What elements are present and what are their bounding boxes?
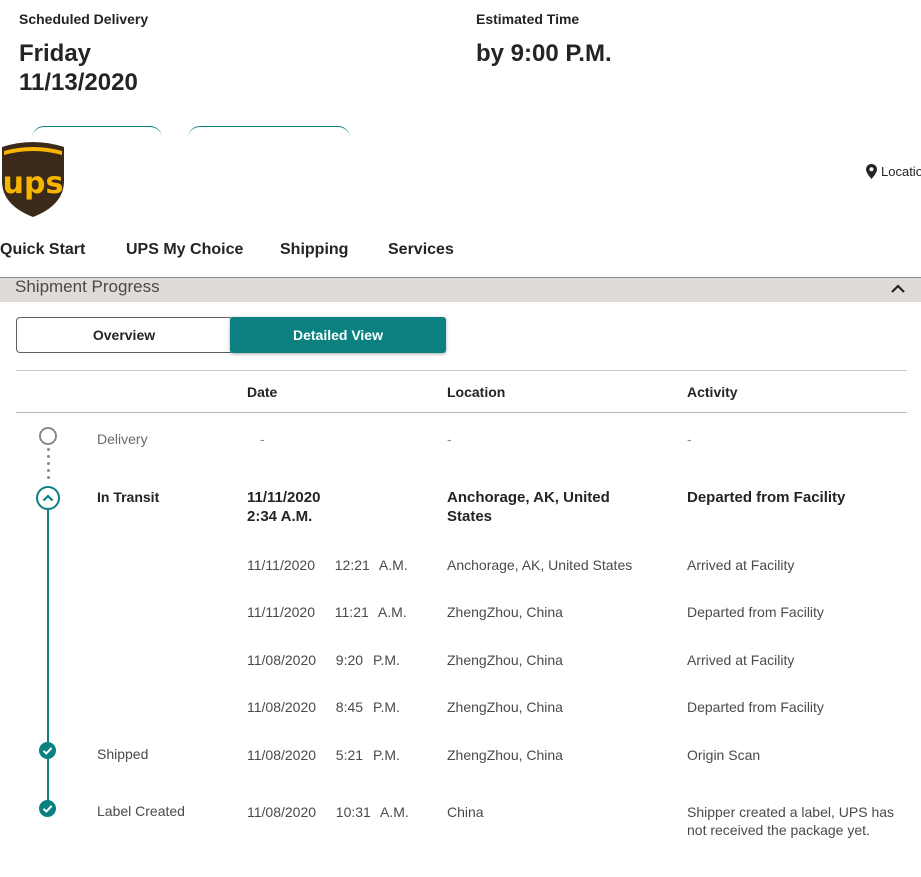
- in-transit-toggle-icon[interactable]: [36, 486, 60, 510]
- estimated-time: by 9:00 P.M.: [476, 40, 612, 67]
- svg-text:ups: ups: [3, 166, 64, 201]
- ups-logo[interactable]: ups: [0, 139, 66, 219]
- shipped-activity: Origin Scan: [687, 747, 761, 763]
- estimated-time-label: Estimated Time: [476, 11, 580, 27]
- shipped-location: ZhengZhou, China: [447, 747, 563, 763]
- row-1-date: 11/11/2020 12:21 A.M.: [247, 557, 408, 573]
- row-3-activity: Arrived at Facility: [687, 652, 795, 668]
- row-1-activity: Arrived at Facility: [687, 557, 795, 573]
- timeline-dot: [47, 448, 50, 451]
- label-activity-line1: Shipper created a label, UPS has: [687, 804, 895, 820]
- delivery-date: 11/13/2020: [19, 69, 138, 96]
- row-4-date: 11/08/2020 8:45 P.M.: [247, 699, 400, 715]
- ups-shield-icon: ups: [2, 142, 64, 217]
- label-created-check-icon: [39, 800, 56, 817]
- status-label-created: Label Created: [97, 803, 185, 819]
- tab-detailed-view[interactable]: Detailed View: [230, 317, 446, 353]
- transit-date-line2: 2:34 A.M.: [247, 508, 313, 525]
- column-header-date: Date: [247, 384, 278, 400]
- partial-button-right[interactable]: [188, 126, 350, 141]
- timeline-dot: [47, 462, 50, 465]
- row-2-activity: Departed from Facility: [687, 604, 824, 620]
- delivery-date-cell: -: [260, 431, 265, 447]
- nav-ups-my-choice[interactable]: UPS My Choice: [126, 241, 243, 259]
- status-shipped: Shipped: [97, 746, 149, 762]
- delivery-activity-cell: -: [687, 431, 692, 447]
- timeline-dot: [47, 476, 50, 479]
- label-activity: Shipper created a label, UPS has not rec…: [687, 803, 894, 839]
- section-title: Shipment Progress: [15, 277, 160, 296]
- nav-quick-start[interactable]: Quick Start: [0, 241, 85, 259]
- transit-location-cell: Anchorage, AK, United States: [447, 488, 610, 526]
- row-3-location: ZhengZhou, China: [447, 652, 563, 668]
- delivery-day: Friday: [19, 40, 92, 67]
- shipped-check-icon: [39, 742, 56, 759]
- nav-services[interactable]: Services: [388, 241, 454, 259]
- scheduled-delivery-label: Scheduled Delivery: [19, 11, 149, 27]
- nav-shipping[interactable]: Shipping: [280, 241, 348, 259]
- delivery-pending-icon: [39, 427, 57, 445]
- row-2-location: ZhengZhou, China: [447, 604, 563, 620]
- transit-activity-cell: Departed from Facility: [687, 489, 846, 506]
- transit-date-line1: 11/11/2020: [247, 489, 321, 506]
- transit-date-cell: 11/11/2020 2:34 A.M.: [247, 488, 320, 526]
- label-activity-line2: not received the package yet.: [687, 822, 870, 838]
- location-pin-icon: [866, 164, 877, 179]
- timeline-dot: [47, 469, 50, 472]
- row-1-location: Anchorage, AK, United States: [447, 557, 633, 573]
- delivery-location-cell: -: [447, 431, 452, 447]
- label-location: China: [447, 804, 484, 820]
- timeline-dot: [47, 455, 50, 458]
- transit-location-line1: Anchorage, AK, United: [447, 489, 610, 506]
- row-2-date: 11/11/2020 11:21 A.M.: [247, 604, 407, 620]
- status-delivery: Delivery: [97, 431, 148, 447]
- table-top-divider: [16, 370, 907, 371]
- transit-location-line2: States: [447, 508, 493, 525]
- shipped-date: 11/08/2020 5:21 P.M.: [247, 747, 400, 763]
- table-header-divider: [16, 412, 907, 413]
- label-date: 11/08/2020 10:31 A.M.: [247, 804, 409, 820]
- column-header-location: Location: [447, 384, 506, 400]
- row-3-date: 11/08/2020 9:20 P.M.: [247, 652, 400, 668]
- locations-link[interactable]: Locatio: [866, 164, 921, 179]
- status-in-transit: In Transit: [97, 489, 160, 505]
- locations-label: Locatio: [881, 164, 921, 179]
- row-4-activity: Departed from Facility: [687, 699, 824, 715]
- row-4-location: ZhengZhou, China: [447, 699, 563, 715]
- tab-overview[interactable]: Overview: [16, 317, 231, 353]
- collapse-chevron-icon[interactable]: [890, 281, 906, 299]
- timeline-progress-line: [47, 510, 49, 810]
- column-header-activity: Activity: [687, 384, 738, 400]
